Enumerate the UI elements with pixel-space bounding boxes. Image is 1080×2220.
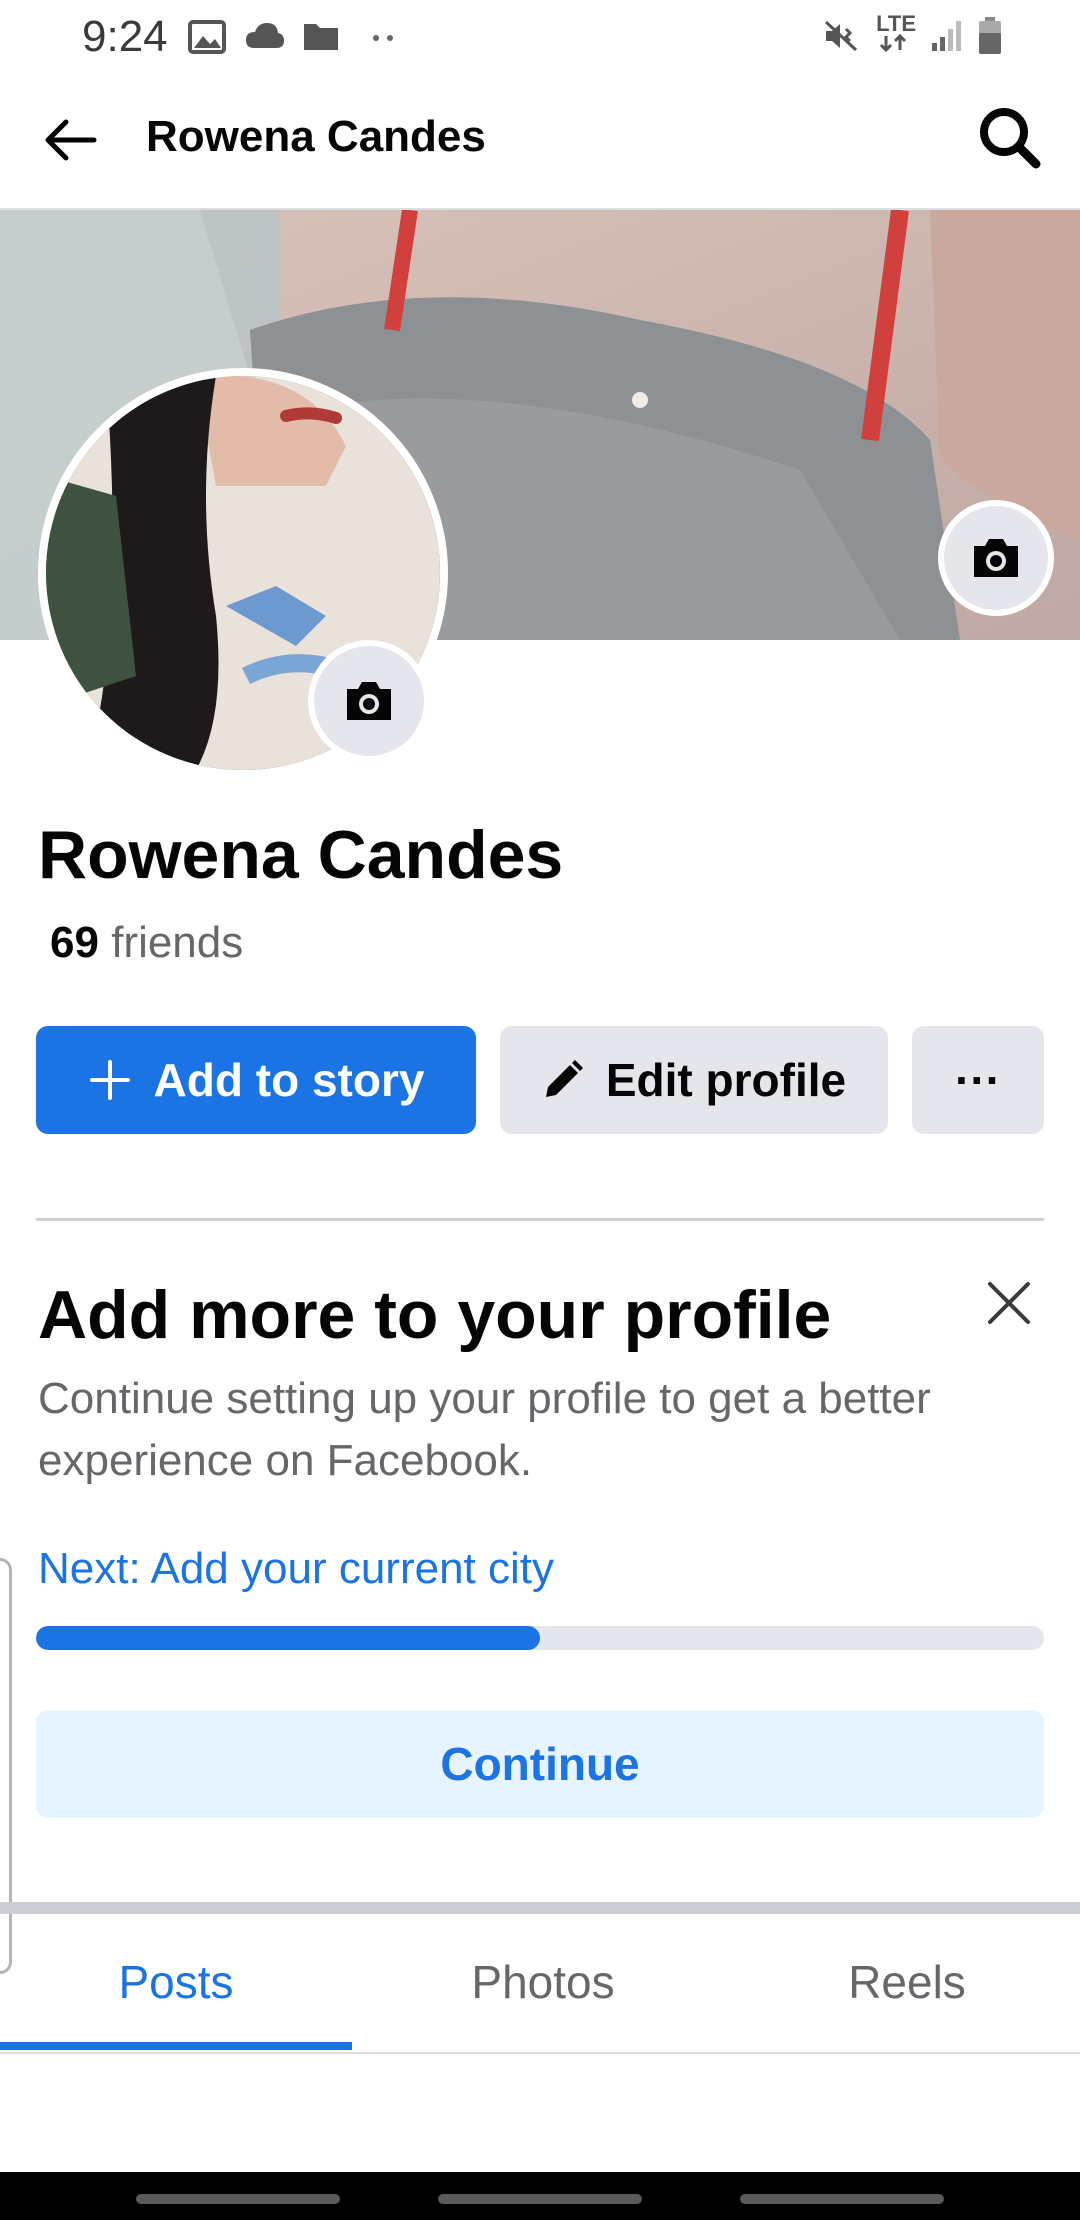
active-tab-indicator: [0, 2042, 352, 2050]
card-description: Continue setting up your profile to get …: [38, 1374, 931, 1485]
profile-tabs: Posts Photos Reels: [0, 1914, 1080, 2054]
cloud-icon: [246, 23, 284, 48]
continue-button[interactable]: Continue: [36, 1710, 1044, 1818]
close-icon[interactable]: [984, 1278, 1034, 1328]
card-title: Add more to your profile: [38, 1277, 832, 1353]
nav-back-button[interactable]: [740, 2194, 944, 2204]
more-options-button[interactable]: ···: [912, 1026, 1044, 1134]
status-time: 9:24: [82, 12, 168, 61]
tab-posts[interactable]: Posts: [0, 1914, 352, 2050]
back-arrow-icon[interactable]: [40, 110, 100, 170]
continue-label: Continue: [440, 1738, 640, 1790]
next-step-link[interactable]: Next: Add your current city: [38, 1544, 554, 1594]
status-bar: 9:24 LTE: [0, 0, 1080, 72]
divider: [36, 1218, 1044, 1221]
app-header: Rowena Candes: [0, 72, 1080, 210]
cover-camera-button[interactable]: [938, 500, 1054, 616]
add-to-story-label: Add to story: [153, 1054, 425, 1106]
tab-reels[interactable]: Reels: [734, 1914, 1080, 2050]
search-icon[interactable]: [974, 102, 1044, 172]
tab-photos[interactable]: Photos: [370, 1914, 716, 2050]
friends-count: 69: [50, 918, 99, 967]
status-right: LTE: [822, 11, 1002, 57]
gallery-icon: [188, 20, 226, 54]
progress-fill: [36, 1626, 540, 1650]
nav-home-button[interactable]: [438, 2194, 642, 2204]
add-to-story-button[interactable]: Add to story: [36, 1026, 476, 1134]
edit-profile-button[interactable]: Edit profile: [500, 1026, 888, 1134]
battery-icon: [979, 16, 1001, 54]
nav-recents-button[interactable]: [136, 2194, 340, 2204]
pencil-icon: [545, 1060, 583, 1097]
avatar-camera-button[interactable]: [308, 640, 430, 762]
signal-icon: [932, 20, 961, 51]
friends-count-link[interactable]: 69 friends: [50, 918, 243, 968]
network-type: LTE: [876, 11, 916, 36]
profile-name: Rowena Candes: [38, 817, 564, 893]
more-notifications-icon: [373, 35, 393, 41]
mute-vibrate-icon: [825, 20, 858, 51]
friends-label: friends: [111, 918, 244, 967]
camera-icon: [347, 682, 391, 720]
plus-icon: [89, 1060, 130, 1100]
camera-icon: [974, 539, 1018, 577]
data-arrows-icon: [880, 33, 907, 53]
network-indicator: LTE: [876, 11, 916, 57]
header-title: Rowena Candes: [146, 112, 486, 161]
more-options-label: ···: [955, 1054, 1001, 1106]
section-separator: [0, 1902, 1080, 1914]
system-nav-bar: [0, 2172, 1080, 2220]
folder-icon: [304, 24, 338, 50]
edit-profile-label: Edit profile: [605, 1054, 847, 1106]
profile-progress-bar: [36, 1626, 1044, 1650]
